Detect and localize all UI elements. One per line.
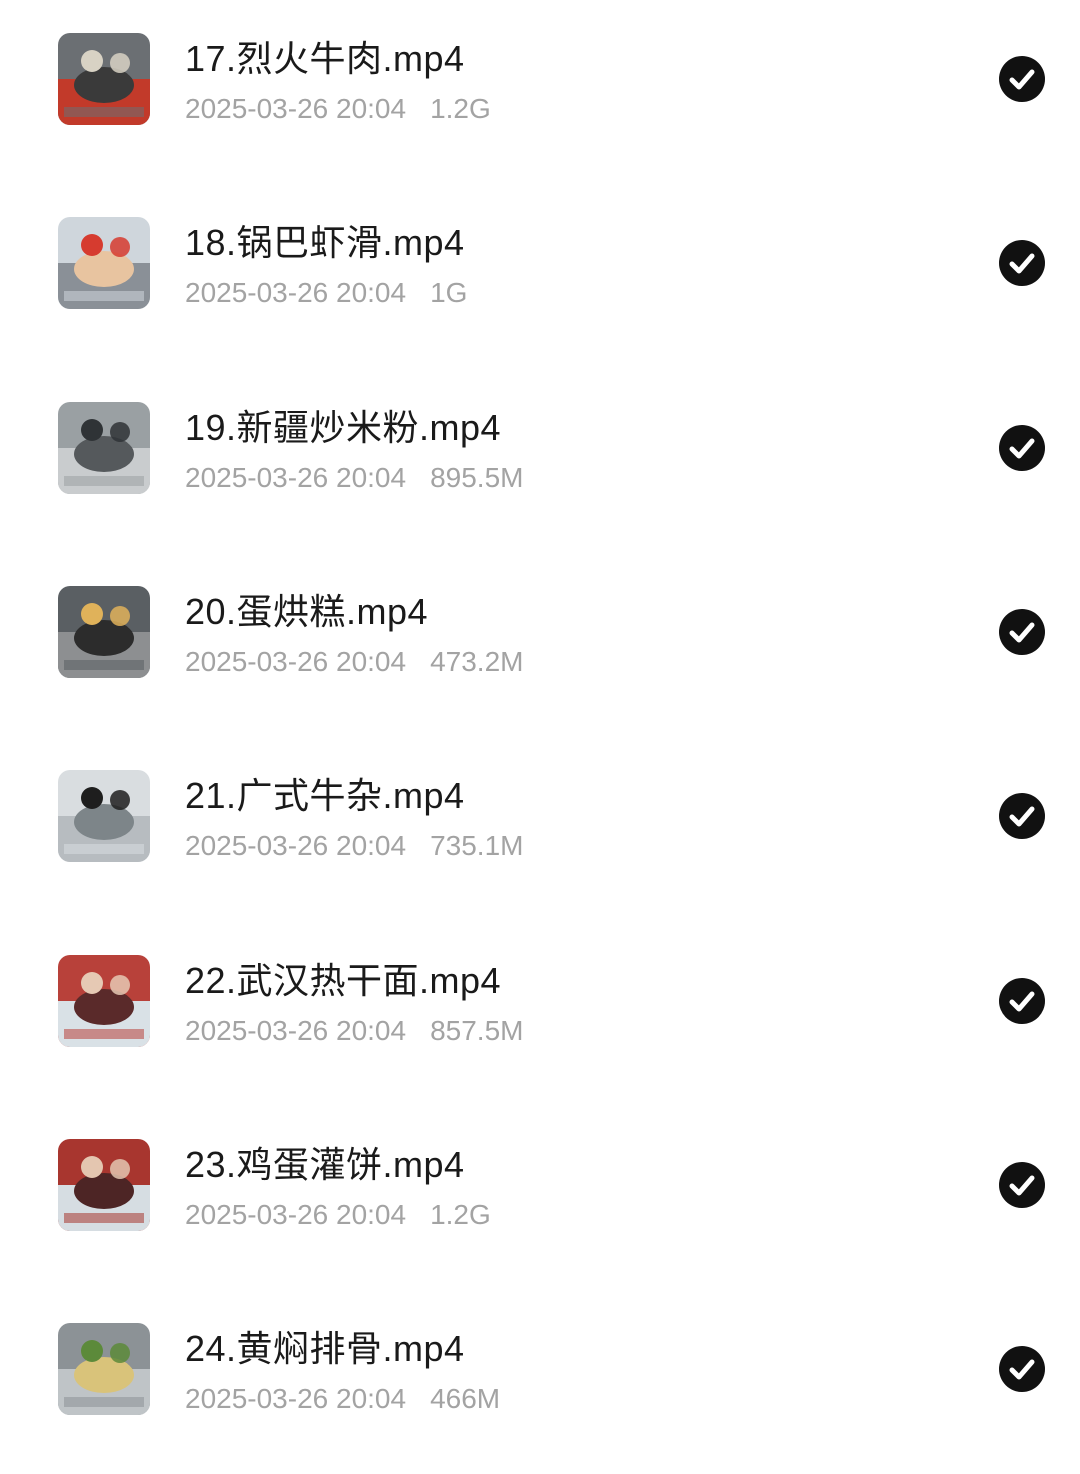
file-list-item[interactable]: 23.鸡蛋灌饼.mp4 2025-03-26 20:04 1.2G — [0, 1106, 1080, 1290]
video-thumbnail — [58, 1138, 150, 1231]
check-circle-icon[interactable] — [999, 977, 1045, 1024]
video-thumbnail — [58, 33, 150, 125]
file-date: 2025-03-26 20:04 — [185, 461, 407, 493]
file-size: 857.5M — [430, 1014, 524, 1046]
file-date: 2025-03-26 20:04 — [185, 645, 407, 677]
file-size: 895.5M — [430, 461, 524, 493]
file-list-item[interactable]: 19.新疆炒米粉.mp4 2025-03-26 20:04 895.5M — [0, 369, 1080, 553]
file-size: 466M — [430, 1383, 501, 1415]
file-date: 2025-03-26 20:04 — [185, 1383, 407, 1415]
file-list: 17.烈火牛肉.mp4 2025-03-26 20:04 1.2G 18.锅巴虾滑.m… — [0, 0, 1080, 1469]
file-name: 20.蛋烘糕.mp4 — [185, 590, 429, 632]
file-list-item[interactable]: 17.烈火牛肉.mp4 2025-03-26 20:04 1.2G — [0, 0, 1080, 184]
file-meta: 2025-03-26 20:04 1G — [185, 277, 467, 309]
file-name: 21.广式牛杂.mp4 — [185, 775, 465, 817]
file-meta: 2025-03-26 20:04 857.5M — [185, 1015, 523, 1047]
file-list-item[interactable]: 24.黄焖排骨.mp4 2025-03-26 20:04 466M — [0, 1290, 1080, 1474]
file-name: 19.新疆炒米粉.mp4 — [185, 406, 502, 448]
file-list-item[interactable]: 22.武汉热干面.mp4 2025-03-26 20:04 857.5M — [0, 922, 1080, 1106]
file-size: 1G — [430, 277, 468, 309]
check-circle-icon[interactable] — [999, 608, 1045, 655]
file-list-item[interactable]: 18.锅巴虾滑.mp4 2025-03-26 20:04 1G — [0, 184, 1080, 368]
file-size: 735.1M — [430, 830, 524, 862]
file-meta: 2025-03-26 20:04 895.5M — [185, 462, 523, 494]
file-name: 23.鸡蛋灌饼.mp4 — [185, 1143, 465, 1185]
file-name: 24.黄焖排骨.mp4 — [185, 1328, 465, 1370]
file-size: 473.2M — [430, 645, 524, 677]
check-circle-icon[interactable] — [999, 56, 1045, 102]
file-meta: 2025-03-26 20:04 466M — [185, 1383, 500, 1415]
file-date: 2025-03-26 20:04 — [185, 1014, 407, 1046]
file-list-item[interactable]: 21.广式牛杂.mp4 2025-03-26 20:04 735.1M — [0, 737, 1080, 921]
video-thumbnail — [58, 585, 150, 678]
video-thumbnail — [58, 770, 150, 863]
file-date: 2025-03-26 20:04 — [185, 1198, 407, 1230]
video-thumbnail — [58, 401, 150, 494]
file-meta: 2025-03-26 20:04 473.2M — [185, 646, 523, 678]
file-size: 1.2G — [430, 1198, 491, 1230]
file-meta: 2025-03-26 20:04 735.1M — [185, 830, 523, 862]
file-date: 2025-03-26 20:04 — [185, 830, 407, 862]
check-circle-icon[interactable] — [999, 424, 1045, 471]
file-name: 18.锅巴虾滑.mp4 — [185, 222, 465, 264]
check-circle-icon[interactable] — [999, 1346, 1045, 1393]
file-size: 1.2G — [430, 93, 491, 124]
video-thumbnail — [58, 217, 150, 310]
video-thumbnail — [58, 1323, 150, 1416]
file-name: 22.武汉热干面.mp4 — [185, 959, 502, 1001]
file-date: 2025-03-26 20:04 — [185, 277, 407, 309]
check-circle-icon[interactable] — [999, 793, 1045, 840]
file-list-item[interactable]: 20.蛋烘糕.mp4 2025-03-26 20:04 473.2M — [0, 553, 1080, 737]
file-meta: 2025-03-26 20:04 1.2G — [185, 93, 491, 125]
check-circle-icon[interactable] — [999, 240, 1045, 287]
check-circle-icon[interactable] — [999, 1161, 1045, 1208]
file-date: 2025-03-26 20:04 — [185, 93, 407, 124]
video-thumbnail — [58, 954, 150, 1047]
file-meta: 2025-03-26 20:04 1.2G — [185, 1199, 491, 1231]
file-name: 17.烈火牛肉.mp4 — [185, 38, 465, 79]
